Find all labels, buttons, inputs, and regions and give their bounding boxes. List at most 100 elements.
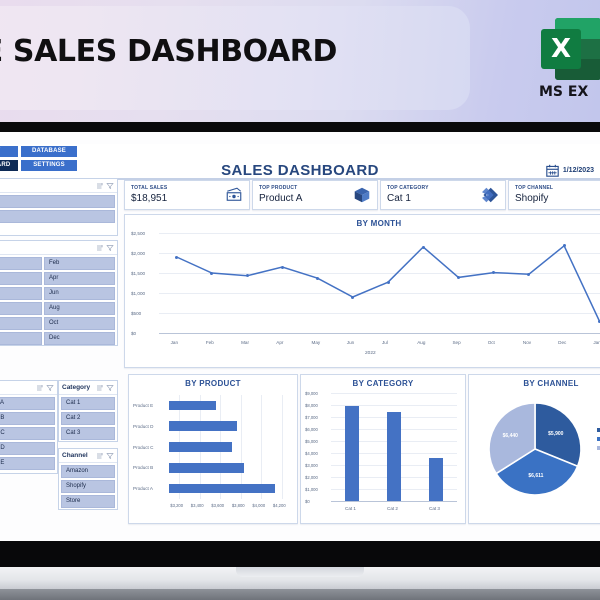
slicer-item[interactable]: Amazon <box>61 465 115 478</box>
nav-button-database[interactable]: DATABASE <box>21 146 77 157</box>
excel-logo-glyph: X <box>550 34 572 64</box>
chart-by-product[interactable]: BY PRODUCT $3,200 $3,400 $3,600 $3,800 $4,00… <box>128 374 298 524</box>
slicer-item[interactable]: Aug <box>44 302 115 315</box>
x-tick-label: Jan <box>170 340 179 345</box>
kpi-card-top-product[interactable]: TOP PRODUCT Product A <box>252 180 378 210</box>
chart-by-category[interactable]: BY CATEGORY $0 $1,000 $2,000 $3,000 $4,000 $5… <box>300 374 466 524</box>
slicer-year-body: 2022 2023 <box>0 193 117 225</box>
slicer-year[interactable]: Year 2022 2023 <box>0 178 118 236</box>
multiselect-icon[interactable] <box>96 452 104 460</box>
slicer-item[interactable]: Product C <box>0 427 55 440</box>
y-tick-label: $6,000 <box>305 426 318 432</box>
slicer-item[interactable]: Jun <box>44 287 115 300</box>
slicer-item[interactable]: Cat 1 <box>61 397 115 410</box>
slicer-year-title: Year <box>0 182 94 189</box>
by-month-plot-area <box>159 233 600 334</box>
y-tick-label: $0 <box>305 498 310 504</box>
excel-branding: X MS EX <box>539 18 600 100</box>
y-tick-label: $2,000 <box>131 250 146 256</box>
slicer-product[interactable]: Product Product A Product B Product C Pr <box>0 380 58 474</box>
slicer-channel-title: Channel <box>62 452 88 459</box>
y-tick-label: $7,000 <box>305 414 318 420</box>
slicer-month[interactable]: Month Jan Mar May Jul Sep <box>0 240 118 346</box>
bar <box>428 458 444 501</box>
y-tick-label: $4,000 <box>305 450 318 456</box>
bar <box>169 400 217 411</box>
x-tick-label: Cat 1 <box>345 506 356 511</box>
slicer-item[interactable]: Nov <box>0 332 42 345</box>
slicer-item[interactable]: Cat 2 <box>61 412 115 425</box>
chart-title: BY PRODUCT <box>185 379 241 388</box>
screenshot-stage: MPLE SALES DASHBOARD X MS EX SALES DASHB… <box>0 0 600 600</box>
slicer-month-column-1: Jan Mar May Jul Sep Nov <box>0 257 42 345</box>
data-point <box>351 295 355 299</box>
slicer-item[interactable]: Dec <box>44 332 115 345</box>
slicer-item[interactable]: Apr <box>44 272 115 285</box>
excel-logo-icon: X <box>541 18 600 80</box>
slicer-item[interactable]: Shopify <box>61 480 115 493</box>
slicer-channel-column: Amazon Shopify Store <box>61 465 115 508</box>
multiselect-icon[interactable] <box>36 384 44 392</box>
x-tick-label: Oct <box>487 340 495 345</box>
chart-by-month[interactable]: BY MONTH 2022 2023 $0$500$1,000$1,500$2,… <box>124 214 600 368</box>
y-tick-label: $2,500 <box>131 230 146 236</box>
x-tick-label: Mar <box>241 340 249 345</box>
y-tick-label: $3,000 <box>305 462 318 468</box>
slicer-item[interactable]: Jul <box>0 302 42 315</box>
pie-data-label: $6,440 <box>502 433 518 440</box>
kpi-value: Shopify <box>515 193 549 204</box>
nav-button-settings[interactable]: SETTINGS <box>21 160 77 171</box>
slicer-item[interactable]: Product D <box>0 442 55 455</box>
slicer-item[interactable]: Product A <box>0 397 55 410</box>
slicer-item[interactable]: Product E <box>0 457 55 470</box>
slicer-year-header: Year <box>0 179 117 193</box>
slicer-category-body: Cat 1 Cat 2 Cat 3 <box>59 395 117 442</box>
slicer-item[interactable]: Cat 3 <box>61 427 115 440</box>
bar <box>169 463 244 473</box>
slicer-item[interactable]: Feb <box>44 257 115 270</box>
slicer-item[interactable]: Jan <box>0 257 42 270</box>
slicer-channel[interactable]: Channel Amazon Shopify Store <box>58 448 118 510</box>
kpi-value: Product A <box>259 193 303 204</box>
data-point <box>316 276 320 280</box>
multiselect-icon[interactable] <box>96 384 104 392</box>
slicer-item[interactable]: May <box>0 287 42 300</box>
laptop-bezel-bottom <box>0 541 600 567</box>
clear-filter-icon[interactable] <box>106 384 114 392</box>
slicer-month-header: Month <box>0 241 117 255</box>
clear-filter-icon[interactable] <box>106 182 114 190</box>
laptop-foot <box>0 589 600 600</box>
multiselect-icon[interactable] <box>96 182 104 190</box>
slicer-channel-header: Channel <box>59 449 117 463</box>
clear-filter-icon[interactable] <box>46 384 54 392</box>
slicer-item[interactable]: Store <box>61 495 115 508</box>
slicer-item[interactable]: Sep <box>0 317 42 330</box>
x-tick-label: $4,000 <box>252 503 266 508</box>
kpi-label: TOP CATEGORY <box>387 185 429 191</box>
kpi-card-top-category[interactable]: TOP CATEGORY Cat 1 <box>380 180 506 210</box>
kpi-value: $18,951 <box>131 193 168 204</box>
y-tick-label: $0 <box>131 330 137 336</box>
y-tick-label: $5,000 <box>305 438 318 444</box>
nav-button-dashboard[interactable]: DASHBOARD <box>0 160 18 171</box>
data-point <box>386 280 390 284</box>
gridline <box>281 395 283 499</box>
chart-by-channel[interactable]: BY CHANNEL AmazonShopifyStore $5,900$6,6… <box>468 374 600 524</box>
kpi-card-top-channel[interactable]: TOP CHANNEL Shopify <box>508 180 600 210</box>
slicer-category[interactable]: Category Cat 1 Cat 2 Cat 3 <box>58 380 118 442</box>
multiselect-icon[interactable] <box>96 244 104 252</box>
kpi-label: TOP CHANNEL <box>515 185 554 191</box>
nav-button-entry[interactable]: ENTRY <box>0 146 18 157</box>
slicer-product-title: Product <box>0 384 34 391</box>
slicer-item[interactable]: Mar <box>0 272 42 285</box>
slicer-product-column: Product A Product B Product C Product D … <box>0 397 55 470</box>
slicer-item[interactable]: 2023 <box>0 210 115 223</box>
slicer-item[interactable]: Product B <box>0 412 55 425</box>
category-label: Product E <box>133 402 154 408</box>
kpi-card-total-sales[interactable]: TOTAL SALES $18,951 <box>124 180 250 210</box>
slicer-item[interactable]: 2022 <box>0 195 115 208</box>
slicer-item[interactable]: Oct <box>44 317 115 330</box>
clear-filter-icon[interactable] <box>106 452 114 460</box>
clear-filter-icon[interactable] <box>106 244 114 252</box>
promo-banner: MPLE SALES DASHBOARD X MS EX <box>0 0 600 122</box>
